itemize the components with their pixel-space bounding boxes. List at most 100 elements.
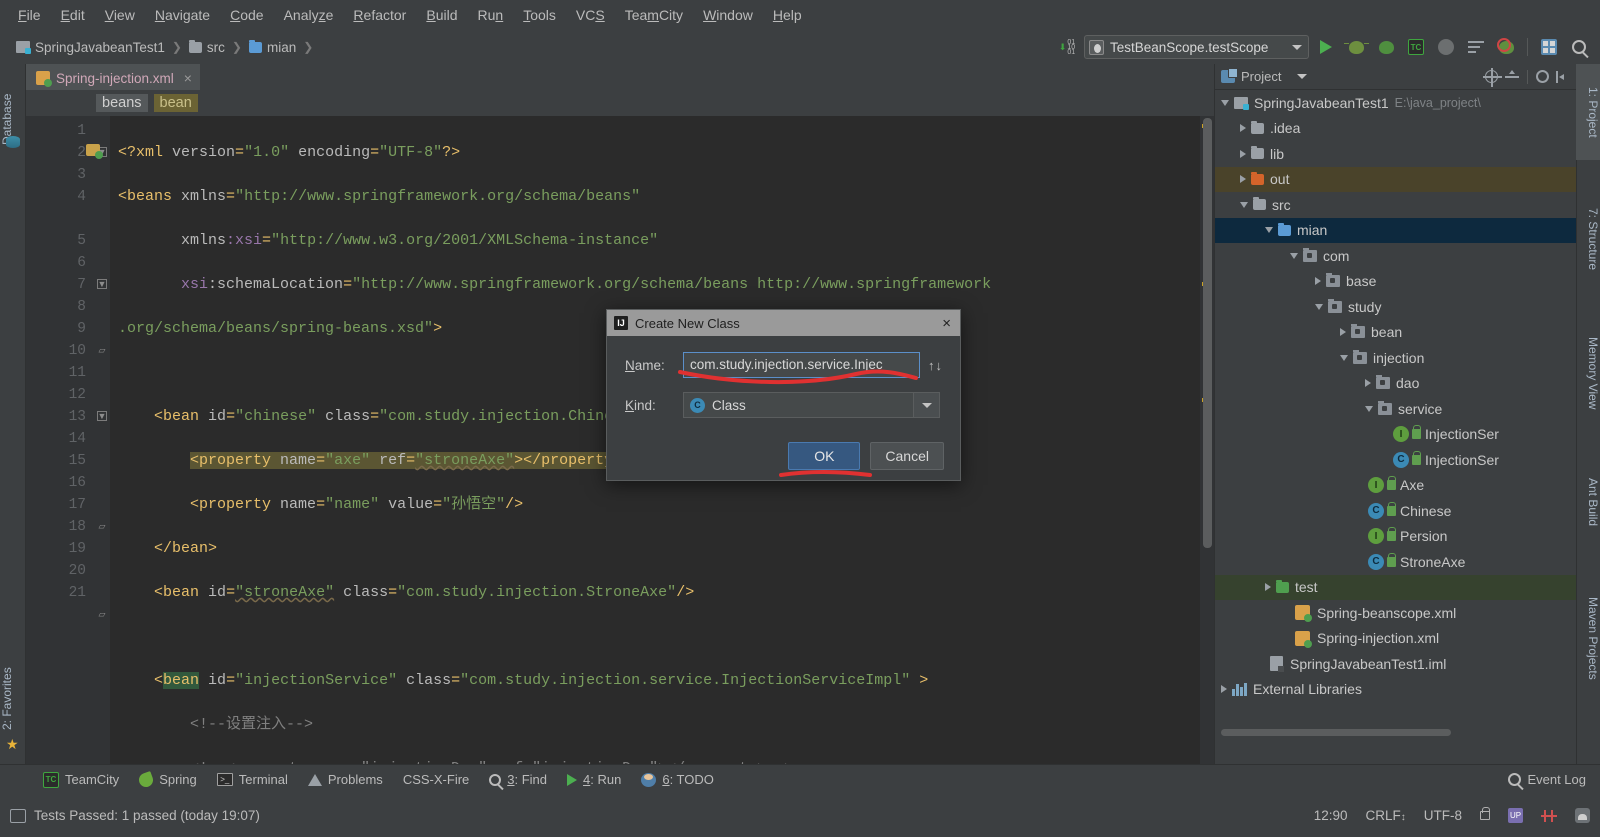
tree-item-injectionserviceimpl[interactable]: C InjectionSer (1215, 447, 1576, 473)
show-output-button[interactable] (1463, 34, 1489, 60)
menu-refactor[interactable]: Refactor (343, 4, 416, 26)
editor-tab-spring-injection[interactable]: Spring-injection.xml × (26, 64, 200, 90)
tree-item-spring-injection-xml[interactable]: Spring-injection.xml (1215, 626, 1576, 652)
encoding-widget[interactable]: UTF-8 (1424, 808, 1462, 823)
search-everywhere-button[interactable] (1566, 34, 1592, 60)
cancel-button[interactable]: Cancel (870, 442, 944, 470)
chevron-down-icon[interactable] (1315, 303, 1323, 310)
project-tree[interactable]: SpringJavabeanTest1 E:\java_project\ .id… (1215, 90, 1576, 738)
menu-window[interactable]: Window (693, 4, 763, 26)
menu-view[interactable]: View (95, 4, 145, 26)
heartbeat-icon[interactable] (1541, 809, 1557, 822)
settings-gear-icon[interactable] (1536, 70, 1549, 83)
tree-item-test[interactable]: test (1215, 574, 1576, 600)
event-log-button[interactable]: Event Log (1508, 772, 1600, 787)
class-name-input[interactable]: com.study.injection.service.Injec (683, 352, 920, 378)
kind-select[interactable]: C Class (683, 392, 940, 418)
tree-item-mian[interactable]: mian (1215, 217, 1576, 243)
fold-end-icon[interactable]: ▱ (97, 345, 107, 355)
chevron-down-icon[interactable] (1240, 201, 1248, 208)
tool-window-todo[interactable]: 6: TODO (632, 769, 723, 790)
tool-window-find[interactable]: 3: Find (480, 769, 556, 790)
debug-button[interactable] (1343, 34, 1369, 60)
tree-item-com[interactable]: com (1215, 243, 1576, 269)
run-configuration-selector[interactable]: TestBeanScope.testScope (1084, 35, 1309, 59)
tree-item-chinese[interactable]: C Chinese (1215, 498, 1576, 524)
ok-button[interactable]: OK (788, 442, 861, 470)
tree-item-bean[interactable]: bean (1215, 320, 1576, 346)
breadcrumb-chip-bean[interactable]: bean (153, 94, 198, 112)
sidebar-item-memory-view[interactable]: Memory View (1576, 310, 1600, 436)
tree-item-out[interactable]: out (1215, 166, 1576, 192)
chevron-down-icon[interactable] (1365, 405, 1373, 412)
editor-marker-bar[interactable] (1200, 116, 1214, 764)
close-icon[interactable]: × (184, 70, 192, 86)
menu-navigate[interactable]: Navigate (145, 4, 220, 26)
menu-help[interactable]: Help (763, 4, 812, 26)
history-arrows-icon[interactable]: ↑↓ (928, 358, 943, 373)
close-icon[interactable]: × (940, 316, 953, 331)
editor-scrollbar-thumb[interactable] (1203, 118, 1212, 548)
menu-run[interactable]: Run (468, 4, 514, 26)
tree-item-idea[interactable]: .idea (1215, 116, 1576, 142)
run-with-coverage-button[interactable] (1373, 34, 1399, 60)
database-button[interactable] (1536, 34, 1562, 60)
caret-position-widget[interactable]: 12:90 (1314, 808, 1348, 823)
tree-item-axe[interactable]: I Axe (1215, 473, 1576, 499)
chevron-right-icon[interactable] (1221, 685, 1227, 694)
tree-item-service[interactable]: service (1215, 396, 1576, 422)
menu-tools[interactable]: Tools (513, 4, 566, 26)
tree-item-spring-beanscope-xml[interactable]: Spring-beanscope.xml (1215, 600, 1576, 626)
chevron-down-icon[interactable] (1290, 252, 1298, 259)
profile-button[interactable] (1433, 34, 1459, 60)
fold-end-icon[interactable]: ▱ (97, 521, 107, 531)
breadcrumb-item-project[interactable]: SpringJavabeanTest1 (10, 38, 171, 57)
chevron-right-icon[interactable] (1340, 328, 1346, 337)
scroll-from-source-icon[interactable] (1483, 68, 1502, 87)
fold-end-icon[interactable]: ▱ (97, 609, 107, 619)
menu-code[interactable]: Code (220, 4, 273, 26)
tool-window-teamcity[interactable]: TC TeamCity (34, 769, 128, 791)
menu-build[interactable]: Build (416, 4, 467, 26)
teamcity-button[interactable]: TC (1403, 34, 1429, 60)
menu-edit[interactable]: Edit (51, 4, 95, 26)
tool-window-run[interactable]: 4: Run (558, 769, 630, 790)
fold-marker-icon[interactable]: ▼ (97, 279, 107, 289)
sidebar-item-database[interactable]: Database (0, 64, 26, 174)
chevron-down-icon[interactable] (1340, 354, 1348, 361)
tree-item-springjavabeantest1[interactable]: SpringJavabeanTest1 E:\java_project\ (1215, 90, 1576, 116)
tree-item-springjavabeantest1-iml[interactable]: SpringJavabeanTest1.iml (1215, 651, 1576, 677)
menu-vcs[interactable]: VCS (566, 4, 615, 26)
tree-item-persion[interactable]: I Persion (1215, 524, 1576, 550)
spring-bean-gutter-icon[interactable] (86, 144, 103, 159)
breadcrumb-chip-beans[interactable]: beans (96, 94, 148, 112)
menu-teamcity[interactable]: TeamCity (615, 4, 693, 26)
tree-item-dao[interactable]: dao (1215, 371, 1576, 397)
chevron-right-icon[interactable] (1240, 124, 1246, 133)
project-tree-horizontal-scrollbar[interactable] (1221, 729, 1451, 736)
sidebar-item-maven-projects[interactable]: Maven Projects (1576, 568, 1600, 708)
tree-item-external-libraries[interactable]: External Libraries (1215, 677, 1576, 703)
inspector-icon[interactable] (1575, 808, 1590, 823)
tree-item-stroneaxe[interactable]: C StroneAxe (1215, 549, 1576, 575)
kind-select-dropdown-button[interactable] (913, 393, 939, 417)
line-separator-widget[interactable]: CRLF↕ (1365, 808, 1405, 823)
fold-marker-icon[interactable]: ▼ (97, 411, 107, 421)
tool-window-spring[interactable]: Spring (130, 769, 206, 790)
breadcrumb-item-src[interactable]: src (183, 38, 231, 57)
chevron-right-icon[interactable] (1240, 175, 1246, 184)
menu-file[interactable]: FFileile (8, 4, 51, 26)
status-message-area[interactable]: Tests Passed: 1 passed (today 19:07) (10, 808, 260, 823)
tree-item-injectionservice[interactable]: I InjectionSer (1215, 422, 1576, 448)
tool-window-css-x-fire[interactable]: CSS-X-Fire (394, 769, 478, 790)
chevron-right-icon[interactable] (1315, 277, 1321, 286)
update-project-button[interactable]: ⬇ 01 10 01 (1054, 34, 1080, 60)
tree-item-base[interactable]: base (1215, 269, 1576, 295)
sidebar-item-structure[interactable]: 7: Structure (1576, 184, 1600, 294)
tree-item-src[interactable]: src (1215, 192, 1576, 218)
lock-icon[interactable] (1480, 807, 1490, 820)
collapse-all-icon[interactable] (1505, 70, 1519, 83)
update-icon[interactable]: UP (1508, 808, 1523, 823)
hide-panel-icon[interactable] (1556, 70, 1568, 83)
tree-item-lib[interactable]: lib (1215, 141, 1576, 167)
